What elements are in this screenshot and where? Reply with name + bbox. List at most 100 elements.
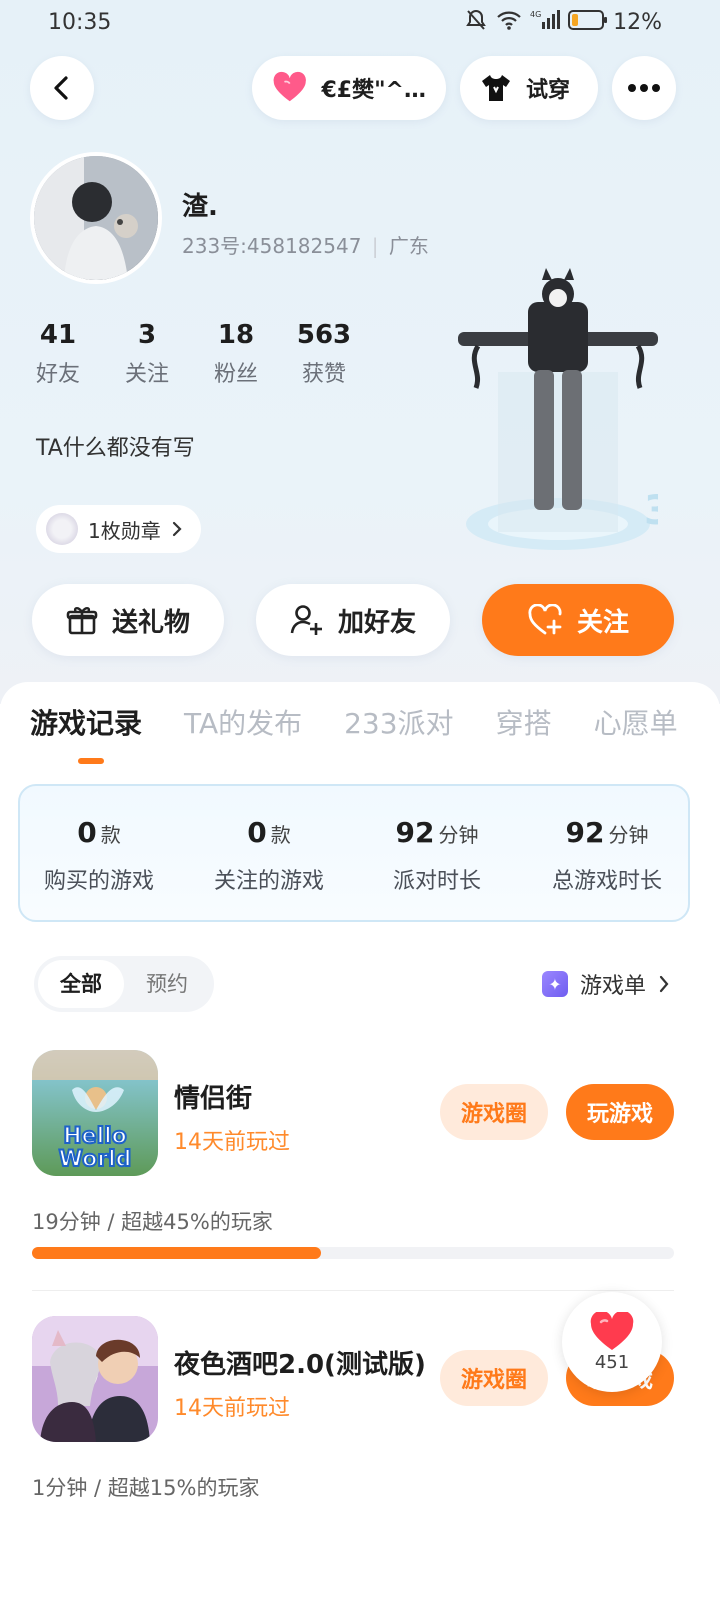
send-gift-button[interactable]: 送礼物 xyxy=(32,584,224,656)
game-last-played: 14天前玩过 xyxy=(174,1130,290,1155)
status-bar: 10:35 4G 12% xyxy=(0,0,720,48)
stat-value: 3 xyxy=(137,320,157,350)
chevron-right-icon xyxy=(172,521,182,537)
profile-id-line: 233号:458182547 | 广东 xyxy=(182,234,429,258)
tshirt-icon xyxy=(482,75,510,101)
play-game-button[interactable]: 玩游戏 xyxy=(566,1084,674,1140)
stat-label: 总游戏时长 xyxy=(551,869,662,894)
play-progress-fill xyxy=(32,1247,321,1259)
stat-unit: 款 xyxy=(270,823,291,847)
total-play-duration-stat[interactable]: 92 分钟 总游戏时长 xyxy=(522,816,692,895)
status-icons: 4G xyxy=(464,8,608,32)
avatar-3d-figure[interactable]: 3 xyxy=(458,262,672,560)
battery-icon xyxy=(568,10,607,30)
tab-outfits[interactable]: 穿搭 xyxy=(496,702,552,742)
send-gift-label: 送礼物 xyxy=(111,607,190,638)
heart-icon xyxy=(590,1311,634,1350)
followed-games-stat[interactable]: 0款 关注的游戏 xyxy=(184,816,354,895)
heart-icon xyxy=(273,71,306,102)
svg-text:4G: 4G xyxy=(530,10,541,19)
medal-icon xyxy=(46,513,78,545)
stat-label: 关注的游戏 xyxy=(213,869,324,894)
stat-label: 粉丝 xyxy=(213,362,258,387)
game-last-played: 14天前玩过 xyxy=(174,1396,290,1421)
follow-label: 关注 xyxy=(576,607,629,638)
play-progress-bar xyxy=(32,1247,674,1259)
tryon-button[interactable]: 试穿 xyxy=(460,56,598,120)
tab-game-records[interactable]: 游戏记录 xyxy=(30,702,142,742)
more-button[interactable] xyxy=(612,56,676,120)
signal-icon: 4G xyxy=(530,10,560,29)
game-play-stat: 19分钟 / 超越45%的玩家 xyxy=(32,1210,273,1234)
like-floating-button[interactable]: 451 xyxy=(562,1292,662,1392)
chevron-right-icon xyxy=(659,975,669,993)
more-dots-icon xyxy=(628,84,660,92)
avatar-photo xyxy=(34,156,158,280)
mute-bell-icon xyxy=(466,9,486,30)
profile-tabs: 游戏记录 TA的发布 233派对 穿搭 心愿单 xyxy=(30,702,678,742)
stat-friends[interactable]: 41 好友 xyxy=(28,320,88,388)
game-icon-couple-street[interactable]: Hello World xyxy=(32,1050,158,1176)
stat-label: 获赞 xyxy=(301,362,346,387)
icon-text: Hello xyxy=(63,1124,127,1149)
tab-wishlist[interactable]: 心愿单 xyxy=(594,702,678,742)
sparkle-icon: ✦ xyxy=(541,971,568,997)
stat-value: 0 xyxy=(247,816,267,849)
chevron-left-icon xyxy=(54,76,68,100)
stat-label: 派对时长 xyxy=(392,869,481,894)
game-list-label: 游戏单 xyxy=(579,974,646,999)
stat-value: 41 xyxy=(39,320,77,350)
stat-label: 购买的游戏 xyxy=(43,869,154,894)
heart-plus-icon xyxy=(528,604,562,635)
filter-reserve-tab[interactable]: 预约 xyxy=(124,960,210,1008)
game-title[interactable]: 情侣街 xyxy=(174,1078,252,1115)
add-friend-button[interactable]: 加好友 xyxy=(256,584,450,656)
game-play-stat: 1分钟 / 超越15%的玩家 xyxy=(32,1476,260,1500)
profile-region: 广东 xyxy=(388,234,429,258)
gift-icon xyxy=(66,607,98,635)
active-tab-indicator xyxy=(78,758,104,764)
party-duration-stat[interactable]: 92 分钟 派对时长 xyxy=(352,816,522,895)
stat-value: 92 xyxy=(395,816,435,849)
stat-value: 92 xyxy=(565,816,605,849)
game-circle-button[interactable]: 游戏圈 xyxy=(440,1084,548,1140)
stat-label: 好友 xyxy=(35,362,80,387)
follow-button[interactable]: 关注 xyxy=(482,584,674,656)
stat-value: 0 xyxy=(77,816,97,849)
stat-fans[interactable]: 18 粉丝 xyxy=(206,320,266,388)
filter-segment: 全部 预约 xyxy=(34,956,214,1012)
game-list-link[interactable]: ✦ 游戏单 xyxy=(541,968,670,1000)
game-icon-night-bar[interactable] xyxy=(32,1316,158,1442)
wifi-icon xyxy=(497,11,521,30)
battery-percent: 12% xyxy=(613,10,662,35)
stat-unit: 分钟 xyxy=(608,823,649,847)
stat-value: 563 xyxy=(296,320,352,350)
add-user-icon xyxy=(290,605,322,635)
purchased-games-stat[interactable]: 0款 购买的游戏 xyxy=(14,816,184,895)
add-friend-label: 加好友 xyxy=(337,607,416,638)
stat-following[interactable]: 3 关注 xyxy=(117,320,177,388)
stat-likes[interactable]: 563 获赞 xyxy=(294,320,354,388)
game-circle-button[interactable]: 游戏圈 xyxy=(440,1350,548,1406)
tab-233-party[interactable]: 233派对 xyxy=(344,702,453,742)
divider xyxy=(32,1290,674,1291)
profile-name: 渣. xyxy=(182,192,218,222)
avatar[interactable] xyxy=(30,152,162,284)
filter-all-tab[interactable]: 全部 xyxy=(38,960,124,1008)
status-time: 10:35 xyxy=(48,10,112,35)
back-button[interactable] xyxy=(30,56,94,120)
couple-label: €£樊"^… xyxy=(321,78,426,103)
game-title[interactable]: 夜色酒吧2.0(测试版) xyxy=(174,1344,426,1381)
profile-bio: TA什么都没有写 xyxy=(36,436,195,461)
tryon-label: 试穿 xyxy=(526,78,571,103)
tab-posts[interactable]: TA的发布 xyxy=(184,702,302,742)
stat-value: 18 xyxy=(217,320,255,350)
badge-label: 1枚勋章 xyxy=(88,518,161,543)
icon-text: World xyxy=(59,1147,132,1172)
couple-pill-button[interactable]: €£樊"^… xyxy=(252,56,446,120)
stat-label: 关注 xyxy=(124,362,169,387)
stat-unit: 款 xyxy=(100,823,121,847)
stat-unit: 分钟 xyxy=(438,823,479,847)
badge-button[interactable]: 1枚勋章 xyxy=(36,505,201,553)
profile-id: 233号:458182547 xyxy=(182,234,362,258)
